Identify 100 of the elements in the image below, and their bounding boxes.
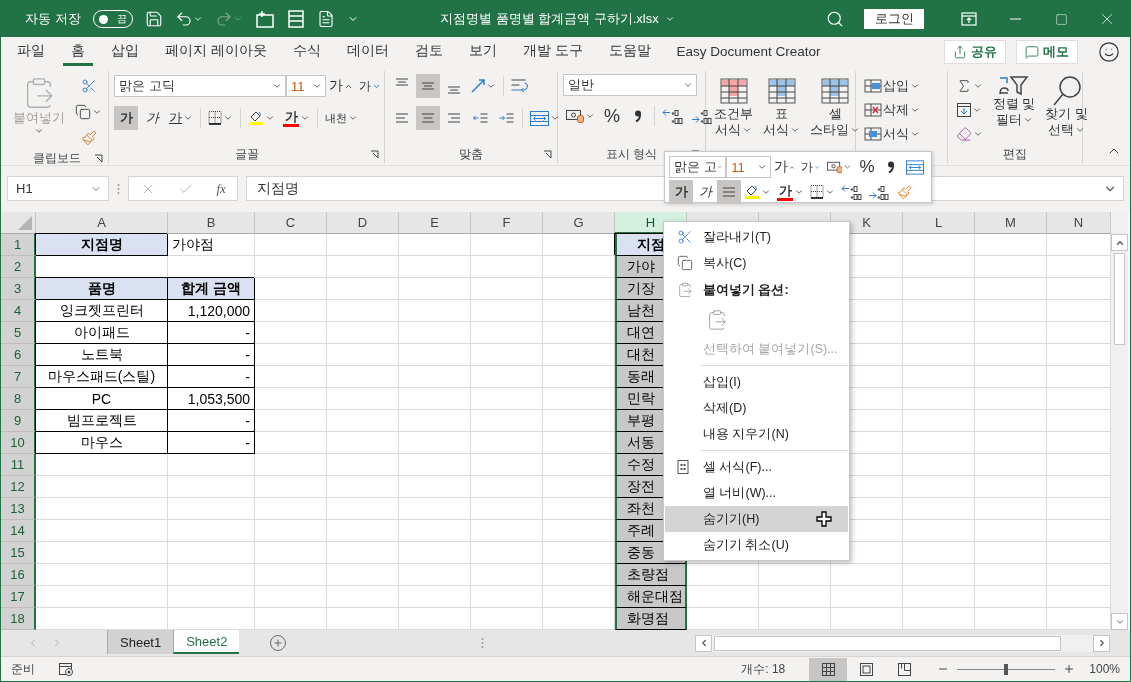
font-select[interactable]: 맑은 고: [669, 156, 727, 178]
save-button[interactable]: [144, 10, 163, 28]
launcher-icon[interactable]: [543, 149, 552, 159]
center-align-button[interactable]: [717, 180, 741, 204]
italic-button[interactable]: 가: [693, 180, 717, 204]
ribbon-tab[interactable]: 파일: [9, 38, 53, 66]
row-header[interactable]: 3: [1, 278, 36, 300]
ribbon-tab[interactable]: 데이터: [338, 38, 397, 66]
scroll-thumb[interactable]: [714, 635, 1061, 651]
column-header[interactable]: N: [1047, 212, 1111, 234]
undo-button[interactable]: [174, 10, 203, 28]
view-button[interactable]: [809, 657, 848, 681]
row-header[interactable]: 4: [1, 300, 36, 322]
shrink-font-button[interactable]: 가: [356, 74, 384, 98]
font-select[interactable]: 맑은 고딕: [114, 75, 286, 97]
phonetic-button[interactable]: 내천: [322, 106, 361, 130]
italic-button[interactable]: 가: [140, 106, 164, 130]
name-box[interactable]: H1: [7, 176, 109, 201]
percent-button[interactable]: %: [600, 104, 624, 128]
row-header[interactable]: 15: [1, 542, 36, 564]
scroll-right-button[interactable]: [1093, 634, 1110, 652]
scroll-up-button[interactable]: [1111, 234, 1128, 251]
ribbon-tab[interactable]: 페이지 레이아웃: [157, 38, 275, 66]
column-header[interactable]: D: [327, 212, 399, 234]
column-header[interactable]: B: [168, 212, 255, 234]
row-header[interactable]: 16: [1, 564, 36, 586]
underline-button[interactable]: 가: [166, 106, 196, 130]
shrink-font-button[interactable]: 가: [798, 155, 824, 179]
grow-font-button[interactable]: 가: [326, 74, 356, 98]
row-header[interactable]: 12: [1, 476, 36, 498]
style-button[interactable]: 표 서식: [760, 74, 803, 140]
vertical-align-button[interactable]: [416, 74, 440, 98]
smiley-icon[interactable]: [1098, 41, 1120, 63]
ribbon-tab[interactable]: 수식: [284, 38, 329, 66]
zoom-thumb[interactable]: [1004, 663, 1009, 675]
column-header[interactable]: E: [399, 212, 471, 234]
font-color-button[interactable]: 가: [280, 106, 313, 130]
ribbon-tab[interactable]: 검토: [406, 38, 451, 66]
memo-button[interactable]: 메모: [1016, 40, 1078, 64]
row-header[interactable]: 13: [1, 498, 36, 520]
column-header[interactable]: A: [36, 212, 168, 234]
font-color-button[interactable]: 가: [774, 180, 807, 204]
cells-command-button[interactable]: 삽입: [861, 74, 923, 98]
grow-font-button[interactable]: 가: [771, 155, 799, 179]
row-header[interactable]: 18: [1, 608, 36, 630]
row-header[interactable]: 8: [1, 388, 36, 410]
column-header[interactable]: F: [471, 212, 543, 234]
font-size-select[interactable]: 11: [726, 156, 772, 178]
ribbon-display-icon[interactable]: [961, 12, 977, 26]
launcher-icon[interactable]: [370, 149, 379, 159]
menu-item[interactable]: 숨기기(H): [665, 506, 848, 532]
new-sheet-icon[interactable]: [254, 10, 275, 28]
macro-record-icon[interactable]: [59, 662, 74, 676]
new-document-button[interactable]: [316, 10, 335, 28]
sheet-tab[interactable]: Sheet1: [107, 630, 174, 654]
form-icon[interactable]: [286, 10, 305, 28]
bold-button[interactable]: 가: [114, 106, 138, 130]
column-header[interactable]: G: [543, 212, 615, 234]
insert-function-button[interactable]: fx: [216, 180, 226, 197]
row-header[interactable]: 2: [1, 256, 36, 278]
percent-button[interactable]: %: [855, 155, 879, 179]
find-select-button[interactable]: 찾기 및 선택: [1042, 74, 1091, 140]
bold-button[interactable]: 가: [669, 180, 693, 204]
ribbon-tab[interactable]: 개발 도구: [514, 38, 591, 66]
ribbon-tab[interactable]: 도움말: [600, 38, 659, 66]
ribbon-tab[interactable]: 홈: [63, 38, 93, 66]
share-button[interactable]: 공유: [944, 40, 1006, 64]
column-header[interactable]: L: [903, 212, 975, 234]
zoom-percent[interactable]: 100%: [1089, 662, 1120, 676]
style-button[interactable]: 조건부 서식: [711, 74, 756, 140]
add-sheet-button[interactable]: [269, 634, 288, 652]
scroll-thumb[interactable]: [1114, 253, 1125, 345]
horizontal-align-button[interactable]: [416, 106, 440, 130]
cells-command-button[interactable]: 삭제: [861, 98, 923, 122]
column-header[interactable]: M: [975, 212, 1047, 234]
sheet-tab[interactable]: Sheet2: [173, 630, 240, 654]
zoom-in-icon[interactable]: [1063, 663, 1076, 675]
launcher-icon[interactable]: [94, 154, 103, 163]
row-header[interactable]: 1: [1, 234, 36, 256]
row-header[interactable]: 6: [1, 344, 36, 366]
sort-filter-button[interactable]: 정렬 및 필터: [990, 74, 1039, 130]
font-size-select[interactable]: 11: [286, 75, 326, 97]
row-header[interactable]: 17: [1, 586, 36, 608]
row-header[interactable]: 14: [1, 520, 36, 542]
redo-button[interactable]: [214, 10, 243, 28]
ribbon-tab[interactable]: 삽입: [103, 38, 147, 66]
row-header[interactable]: 5: [1, 322, 36, 344]
row-header[interactable]: 7: [1, 366, 36, 388]
search-icon[interactable]: [826, 10, 844, 28]
style-button[interactable]: 셀 스타일: [807, 74, 863, 140]
split-handle-icon[interactable]: [480, 637, 484, 649]
row-header[interactable]: 10: [1, 432, 36, 454]
number-format-select[interactable]: 일반: [563, 74, 697, 96]
ribbon-tab[interactable]: 보기: [460, 38, 505, 66]
login-button[interactable]: 로그인: [864, 9, 924, 29]
scroll-left-button[interactable]: [695, 634, 712, 652]
row-header[interactable]: 11: [1, 454, 36, 476]
cells-command-button[interactable]: 서식: [861, 122, 923, 146]
column-header[interactable]: C: [255, 212, 327, 234]
ribbon-tab[interactable]: Easy Document Creator: [668, 38, 829, 66]
